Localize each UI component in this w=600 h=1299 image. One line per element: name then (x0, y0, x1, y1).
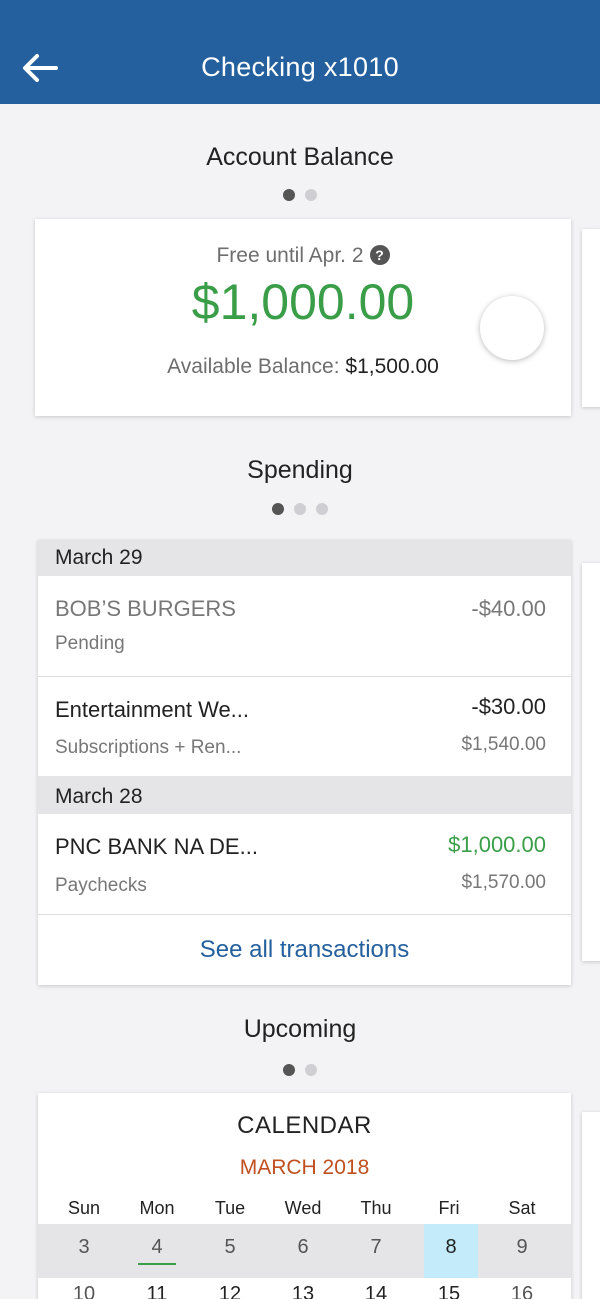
app-header: Checking x1010 (0, 0, 600, 104)
calendar-week: 10 11 12 13 14 15 16 (38, 1279, 571, 1299)
next-card-peek[interactable] (582, 563, 600, 961)
calendar-title: CALENDAR (237, 1112, 372, 1139)
pager-dot[interactable] (283, 1064, 295, 1076)
transaction-running-balance: $1,570.00 (461, 872, 546, 893)
upcoming-title: Upcoming (243, 1015, 357, 1043)
see-all-transactions-link[interactable]: See all transactions (38, 936, 571, 964)
calendar-day[interactable]: 7 (341, 1224, 411, 1278)
weekday-label: Sat (508, 1198, 536, 1218)
calendar-day[interactable]: 10 (49, 1279, 119, 1299)
spending-title: Spending (247, 456, 353, 484)
calendar-day[interactable]: 14 (341, 1279, 411, 1299)
free-until-line: Free until Apr. 2? (35, 244, 571, 268)
pager-dot[interactable] (316, 503, 328, 515)
calendar-day[interactable]: 16 (487, 1279, 557, 1299)
spending-pager (0, 503, 600, 515)
available-balance-label: Available Balance: (167, 355, 340, 378)
transaction-amount: -$40.00 (471, 596, 546, 621)
calendar-week: 3 4 5 6 7 8 9 (38, 1224, 571, 1278)
transaction-status: Pending (55, 633, 125, 654)
transaction-row[interactable]: BOB’S BURGERS -$40.00 Pending (38, 576, 571, 676)
transaction-amount: -$30.00 (471, 694, 546, 719)
transaction-row[interactable]: Entertainment We... -$30.00 Subscription… (38, 677, 571, 776)
transaction-row[interactable]: PNC BANK NA DE... $1,000.00 Paychecks $1… (38, 814, 571, 914)
weekday-label: Mon (139, 1198, 175, 1218)
divider (38, 914, 571, 915)
date-header: March 28 (38, 776, 571, 814)
calendar-day[interactable]: 13 (268, 1279, 338, 1299)
calendar-day[interactable]: 9 (487, 1224, 557, 1278)
upcoming-pager (0, 1064, 600, 1076)
spending-card: March 29 BOB’S BURGERS -$40.00 Pending E… (38, 540, 571, 985)
weekday-label: Sun (67, 1198, 101, 1218)
available-balance-value: $1,500.00 (345, 355, 439, 378)
pager-dot[interactable] (294, 503, 306, 515)
transaction-amount: $1,000.00 (448, 832, 546, 857)
next-card-peek[interactable] (582, 229, 600, 407)
balance-pager (0, 189, 600, 201)
calendar-day[interactable]: 6 (268, 1224, 338, 1278)
next-card-peek[interactable] (582, 1112, 600, 1299)
calendar-day[interactable]: 3 (49, 1224, 119, 1278)
available-balance-line: Available Balance: $1,500.00 (35, 355, 571, 379)
weekday-label: Fri (438, 1198, 460, 1218)
pager-dot[interactable] (283, 189, 295, 201)
calendar-card: CALENDAR MARCH 2018 Sun Mon Tue Wed Thu … (38, 1093, 571, 1299)
weekday-label: Wed (284, 1198, 322, 1218)
calendar-day[interactable]: 11 (122, 1279, 192, 1299)
weekday-label: Tue (214, 1198, 246, 1218)
transaction-category: Subscriptions + Ren... (55, 737, 242, 758)
pager-dot[interactable] (272, 503, 284, 515)
transaction-name: PNC BANK NA DE... (55, 834, 258, 859)
page-title: Checking x1010 (201, 52, 399, 82)
help-icon[interactable]: ? (369, 245, 390, 265)
transaction-name: Entertainment We... (55, 697, 250, 722)
calendar-day-selected[interactable]: 8 (424, 1224, 478, 1278)
date-header: March 29 (38, 540, 571, 576)
weekday-label: Thu (360, 1198, 392, 1218)
calendar-day[interactable]: 15 (414, 1279, 484, 1299)
pager-dot[interactable] (305, 189, 317, 201)
transaction-category: Paychecks (55, 875, 147, 896)
transaction-name: BOB’S BURGERS (55, 596, 236, 621)
calendar-day-today[interactable]: 4 (122, 1224, 192, 1278)
transaction-running-balance: $1,540.00 (461, 734, 546, 755)
toggle-circle-button[interactable] (480, 296, 544, 360)
calendar-day[interactable]: 12 (195, 1279, 265, 1299)
free-until-text: Free until Apr. 2 (216, 244, 364, 267)
account-balance-title: Account Balance (206, 143, 394, 171)
pager-dot[interactable] (305, 1064, 317, 1076)
calendar-day[interactable]: 5 (195, 1224, 265, 1278)
calendar-month: MARCH 2018 (239, 1156, 370, 1179)
balance-card: Free until Apr. 2? $1,000.00 Available B… (35, 219, 571, 416)
